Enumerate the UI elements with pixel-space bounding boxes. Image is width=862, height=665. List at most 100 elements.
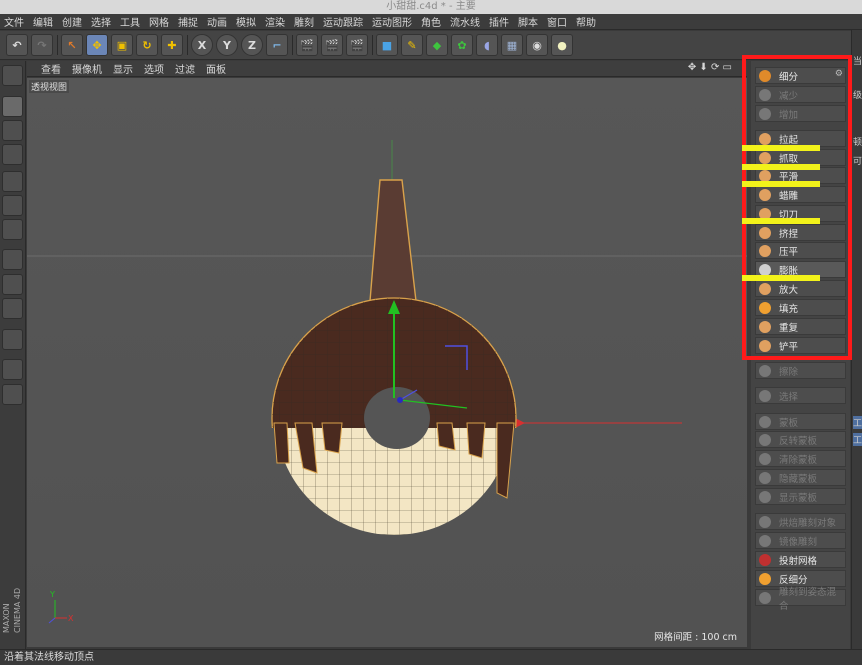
viewport-menu-item[interactable]: 显示	[113, 61, 133, 76]
sculpt-brush-icon	[759, 490, 771, 503]
sculpt-brush-icon	[759, 339, 771, 352]
viewport-menu-item[interactable]: 摄像机	[72, 61, 102, 76]
z-axis-lock-button[interactable]: Z	[241, 34, 263, 56]
sculpt-tool-18[interactable]: 反转蒙板	[755, 431, 846, 448]
annotation-bar	[742, 145, 820, 151]
menu-item[interactable]: 插件	[489, 14, 509, 29]
perspective-viewport[interactable]: 透视视图 Y X 网格间距: 100 cm	[27, 78, 747, 647]
corner-axis-y-label: Y	[50, 590, 55, 599]
sculpt-tool-11[interactable]: 放大	[755, 280, 846, 297]
sculpt-tool-label: 擦除	[779, 366, 799, 378]
sculpt-brush-icon	[759, 452, 771, 465]
sculpt-tool-16[interactable]: 选择	[755, 387, 846, 404]
make-editable-button[interactable]	[2, 65, 23, 86]
edges-mode-button[interactable]	[2, 195, 23, 216]
sculpt-tool-21[interactable]: 显示蒙板	[755, 488, 846, 505]
sculpt-tool-17[interactable]: 蒙板	[755, 413, 846, 430]
subdivision-button[interactable]: ◆	[426, 34, 448, 56]
viewport-nav-icons[interactable]: ✥ ⬇ ⟳ ▭	[688, 62, 732, 73]
sculpt-tool-0[interactable]: 细分 ⚙	[755, 67, 846, 84]
viewport-menu-item[interactable]: 查看	[41, 61, 61, 76]
undo-button[interactable]: ↶	[6, 34, 28, 56]
menu-item[interactable]: 运动跟踪	[323, 14, 363, 29]
sculpt-tool-14[interactable]: 铲平	[755, 337, 846, 354]
viewport-menu-item[interactable]: 过滤	[175, 61, 195, 76]
sculpt-tool-26[interactable]: 雕刻到姿态混合	[755, 587, 846, 612]
x-axis-lock-button[interactable]: X	[191, 34, 213, 56]
menu-item[interactable]: 编辑	[33, 14, 53, 29]
attributes-panel-edge: 当 级 顿 可 工 工	[851, 30, 862, 651]
magnet-button[interactable]	[2, 329, 23, 350]
recent-tool-button[interactable]: ✚	[161, 34, 183, 56]
window-title: 小甜甜.c4d * - 主要	[0, 0, 862, 14]
rotate-tool-button[interactable]: ↻	[136, 34, 158, 56]
sculpt-tool-label: 压平	[779, 246, 799, 258]
sculpt-tool-22[interactable]: 烘焙雕刻对象	[755, 513, 846, 530]
sculpt-tool-19[interactable]: 清除蒙板	[755, 450, 846, 467]
menu-item[interactable]: 捕捉	[178, 14, 198, 29]
menu-item[interactable]: 帮助	[576, 14, 596, 29]
sculpt-tool-24[interactable]: 投射网格	[755, 551, 846, 568]
menu-item[interactable]: 工具	[120, 14, 140, 29]
floor-button[interactable]: ▦	[501, 34, 523, 56]
menu-item[interactable]: 动画	[207, 14, 227, 29]
sculpt-tool-12[interactable]: 填充	[755, 299, 846, 316]
texture-mode-button[interactable]	[2, 120, 23, 141]
viewport-menu-item[interactable]: 面板	[206, 61, 226, 76]
menu-item[interactable]: 网格	[149, 14, 169, 29]
cube-object-button[interactable]: ■	[376, 34, 398, 56]
sculpt-tool-1[interactable]: 减少	[755, 86, 846, 103]
menu-item[interactable]: 创建	[62, 14, 82, 29]
scale-tool-button[interactable]: ▣	[111, 34, 133, 56]
menu-item[interactable]: 运动图形	[372, 14, 412, 29]
model-mode-button[interactable]	[2, 96, 23, 117]
redo-button[interactable]: ↷	[31, 34, 53, 56]
points-mode-button[interactable]	[2, 171, 23, 192]
menu-item[interactable]: 窗口	[547, 14, 567, 29]
far-right-tab[interactable]: 工	[853, 433, 862, 446]
move-tool-button[interactable]: ✥	[86, 34, 108, 56]
viewport-menu-item[interactable]: 选项	[144, 61, 164, 76]
sculpt-tool-6[interactable]: 蜡雕	[755, 186, 846, 203]
sculpt-tool-9[interactable]: 压平	[755, 242, 846, 259]
sculpt-tool-20[interactable]: 隐藏蒙板	[755, 469, 846, 486]
sculpt-tool-15[interactable]: 擦除	[755, 362, 846, 379]
grid-workplane-button[interactable]	[2, 359, 23, 380]
polygons-mode-button[interactable]	[2, 219, 23, 240]
sculpt-tool-8[interactable]: 挤捏	[755, 224, 846, 241]
sculpt-tool-2[interactable]: 增加	[755, 105, 846, 122]
menu-item[interactable]: 选择	[91, 14, 111, 29]
light-button[interactable]: ●	[551, 34, 573, 56]
workplane-mode-button[interactable]	[2, 144, 23, 165]
render-picture-viewer-button[interactable]: 🎬	[321, 34, 343, 56]
menu-item[interactable]: 模拟	[236, 14, 256, 29]
sculpt-tool-23[interactable]: 镜像雕刻	[755, 532, 846, 549]
coordinate-system-button[interactable]: ⌐	[266, 34, 288, 56]
render-view-button[interactable]: 🎬	[296, 34, 318, 56]
render-settings-button[interactable]: 🎬	[346, 34, 368, 56]
snap-button[interactable]	[2, 298, 23, 319]
pen-spline-button[interactable]: ✎	[401, 34, 423, 56]
sculpt-tool-label: 清除蒙板	[779, 454, 818, 466]
locked-workplane-button[interactable]	[2, 384, 23, 405]
far-right-tab[interactable]: 工	[853, 416, 862, 429]
axis-mode-button[interactable]	[2, 249, 23, 270]
deformer-button[interactable]: ◖	[476, 34, 498, 56]
sculpt-tool-13[interactable]: 重复	[755, 318, 846, 335]
tweak-mode-button[interactable]	[2, 274, 23, 295]
sculpt-brush-icon	[759, 471, 771, 484]
menu-item[interactable]: 流水线	[450, 14, 480, 29]
gear-icon[interactable]: ⚙	[835, 69, 843, 79]
menu-item[interactable]: 文件	[4, 14, 24, 29]
sculpt-tool-label: 重复	[779, 322, 799, 334]
menu-item[interactable]: 雕刻	[294, 14, 314, 29]
menu-item[interactable]: 脚本	[518, 14, 538, 29]
annotation-bar	[742, 218, 820, 224]
y-axis-lock-button[interactable]: Y	[216, 34, 238, 56]
select-tool-button[interactable]: ↖	[61, 34, 83, 56]
cloner-button[interactable]: ✿	[451, 34, 473, 56]
menu-item[interactable]: 渲染	[265, 14, 285, 29]
scene-render	[27, 140, 747, 624]
menu-item[interactable]: 角色	[421, 14, 441, 29]
camera-button[interactable]: ◉	[526, 34, 548, 56]
